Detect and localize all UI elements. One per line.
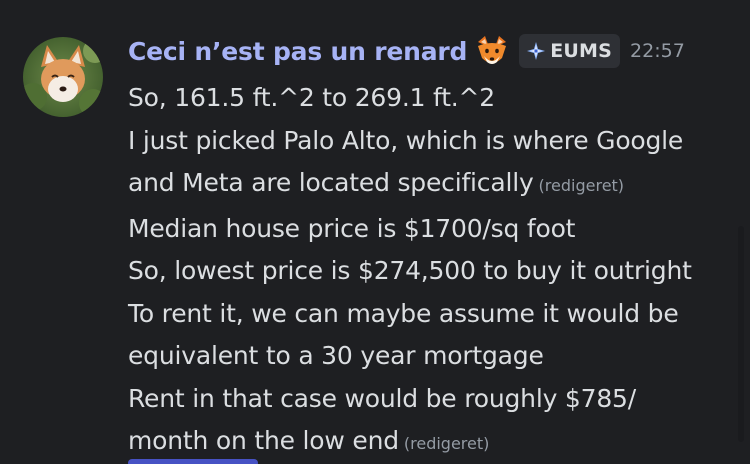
scrollbar-thumb[interactable] (738, 226, 744, 442)
fox-emoji (475, 34, 509, 68)
line-text: To rent it, we can maybe assume it would… (128, 298, 679, 328)
edited-label: (redigeret) (403, 434, 490, 453)
message-line: month on the low end (redigeret) (128, 420, 718, 464)
message-line: and Meta are located specifically (redige… (128, 162, 718, 208)
message-line: I just picked Palo Alto, which is where … (128, 120, 718, 163)
line-text: and Meta are located specifically (128, 168, 534, 197)
line-text: So, lowest price is $274,500 to buy it o… (128, 256, 692, 285)
next-element-edge[interactable] (128, 459, 258, 464)
server-tag-label: EUMS (550, 40, 613, 62)
line-text: month on the low end (128, 426, 399, 455)
line-text: So, 161.5 ft.^2 to 269.1 ft.^2 (128, 83, 496, 112)
message-content: So, 161.5 ft.^2 to 269.1 ft.^2 I just pi… (128, 77, 718, 464)
user-avatar[interactable] (23, 37, 103, 117)
line-text: equivalent to a 30 year mortgage (128, 341, 544, 370)
line-text: Median house price is $1700/sq foot (128, 213, 576, 243)
compass-star-icon (527, 42, 546, 60)
message-line: So, lowest price is $274,500 to buy it o… (128, 250, 718, 293)
message-timestamp[interactable]: 22:57 (630, 40, 685, 62)
message-line: equivalent to a 30 year mortgage (128, 335, 718, 378)
line-text: I just picked Palo Alto, which is where … (128, 125, 684, 155)
server-tag-badge[interactable]: EUMS (519, 34, 621, 68)
fox-avatar (23, 37, 103, 117)
message-header: Ceci n’est pas un renard EUMS 22:57 (128, 33, 685, 69)
line-text: Rent in that case would be roughly $785/ (128, 383, 636, 413)
edited-label: (redigeret) (538, 176, 625, 195)
message-line: Rent in that case would be roughly $785/ (128, 378, 718, 421)
author-name[interactable]: Ceci n’est pas un renard (128, 37, 467, 66)
message-line: To rent it, we can maybe assume it would… (128, 293, 718, 336)
chat-message: Ceci n’est pas un renard EUMS 22:57 So, … (0, 0, 750, 464)
message-line: Median house price is $1700/sq foot (128, 208, 718, 251)
message-line: So, 161.5 ft.^2 to 269.1 ft.^2 (128, 77, 718, 120)
